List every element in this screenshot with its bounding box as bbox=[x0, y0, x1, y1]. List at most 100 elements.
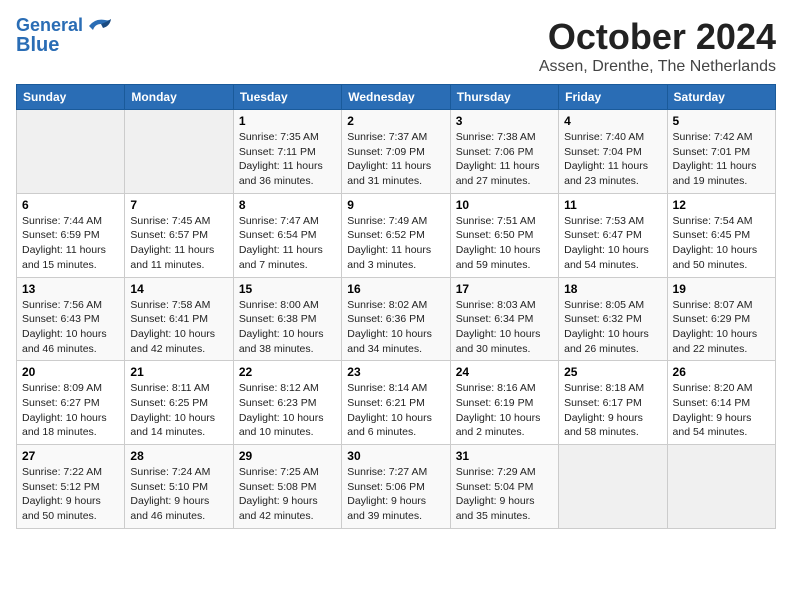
day-info: Sunrise: 7:40 AMSunset: 7:04 PMDaylight:… bbox=[564, 130, 661, 189]
day-number: 30 bbox=[347, 449, 444, 463]
day-info: Sunrise: 7:45 AMSunset: 6:57 PMDaylight:… bbox=[130, 214, 227, 273]
day-info: Sunrise: 7:49 AMSunset: 6:52 PMDaylight:… bbox=[347, 214, 444, 273]
day-info: Sunrise: 8:07 AMSunset: 6:29 PMDaylight:… bbox=[673, 298, 770, 357]
calendar-cell: 17 Sunrise: 8:03 AMSunset: 6:34 PMDayligh… bbox=[450, 277, 558, 361]
day-number: 14 bbox=[130, 282, 227, 296]
day-info: Sunrise: 8:12 AMSunset: 6:23 PMDaylight:… bbox=[239, 381, 336, 440]
day-number: 9 bbox=[347, 198, 444, 212]
calendar-cell: 31 Sunrise: 7:29 AMSunset: 5:04 PMDayligh… bbox=[450, 445, 558, 529]
logo-text: General bbox=[16, 16, 83, 36]
day-number: 15 bbox=[239, 282, 336, 296]
calendar-week-row: 6Sunrise: 7:44 AMSunset: 6:59 PMDaylight… bbox=[17, 193, 776, 277]
day-number: 25 bbox=[564, 365, 661, 379]
day-number: 18 bbox=[564, 282, 661, 296]
day-number: 1 bbox=[239, 114, 336, 128]
day-number: 2 bbox=[347, 114, 444, 128]
calendar-cell: 6Sunrise: 7:44 AMSunset: 6:59 PMDaylight… bbox=[17, 193, 125, 277]
day-number: 20 bbox=[22, 365, 119, 379]
day-number: 24 bbox=[456, 365, 553, 379]
day-number: 13 bbox=[22, 282, 119, 296]
day-info: Sunrise: 8:11 AMSunset: 6:25 PMDaylight:… bbox=[130, 381, 227, 440]
day-info: Sunrise: 7:58 AMSunset: 6:41 PMDaylight:… bbox=[130, 298, 227, 357]
day-info: Sunrise: 8:14 AMSunset: 6:21 PMDaylight:… bbox=[347, 381, 444, 440]
logo-blue-text: Blue bbox=[16, 34, 59, 56]
calendar-cell: 8 Sunrise: 7:47 AMSunset: 6:54 PMDaylight… bbox=[233, 193, 341, 277]
day-info: Sunrise: 8:00 AMSunset: 6:38 PMDaylight:… bbox=[239, 298, 336, 357]
calendar-cell: 1Sunrise: 7:35 AMSunset: 7:11 PMDaylight… bbox=[233, 110, 341, 194]
calendar-cell: 18 Sunrise: 8:05 AMSunset: 6:32 PMDayligh… bbox=[559, 277, 667, 361]
day-number: 26 bbox=[673, 365, 770, 379]
day-number: 16 bbox=[347, 282, 444, 296]
calendar-cell: 5Sunrise: 7:42 AMSunset: 7:01 PMDaylight… bbox=[667, 110, 775, 194]
location: Assen, Drenthe, The Netherlands bbox=[539, 58, 776, 76]
calendar-cell: 23 Sunrise: 8:14 AMSunset: 6:21 PMDayligh… bbox=[342, 361, 450, 445]
day-info: Sunrise: 7:51 AMSunset: 6:50 PMDaylight:… bbox=[456, 214, 553, 273]
calendar-week-row: 1Sunrise: 7:35 AMSunset: 7:11 PMDaylight… bbox=[17, 110, 776, 194]
calendar-cell: 13 Sunrise: 7:56 AMSunset: 6:43 PMDayligh… bbox=[17, 277, 125, 361]
day-info: Sunrise: 7:22 AMSunset: 5:12 PMDaylight:… bbox=[22, 465, 119, 524]
day-info: Sunrise: 7:38 AMSunset: 7:06 PMDaylight:… bbox=[456, 130, 553, 189]
header-thursday: Thursday bbox=[450, 85, 558, 110]
calendar-cell bbox=[559, 445, 667, 529]
logo: General Blue bbox=[16, 16, 113, 56]
day-number: 10 bbox=[456, 198, 553, 212]
page-header: General Blue October 2024 Assen, Drenthe… bbox=[16, 16, 776, 76]
day-number: 19 bbox=[673, 282, 770, 296]
calendar-week-row: 27Sunrise: 7:22 AMSunset: 5:12 PMDayligh… bbox=[17, 445, 776, 529]
calendar-cell bbox=[667, 445, 775, 529]
day-number: 12 bbox=[673, 198, 770, 212]
day-info: Sunrise: 7:47 AMSunset: 6:54 PMDaylight:… bbox=[239, 214, 336, 273]
header-saturday: Saturday bbox=[667, 85, 775, 110]
day-number: 11 bbox=[564, 198, 661, 212]
calendar-cell: 30 Sunrise: 7:27 AMSunset: 5:06 PMDayligh… bbox=[342, 445, 450, 529]
day-number: 8 bbox=[239, 198, 336, 212]
day-info: Sunrise: 8:02 AMSunset: 6:36 PMDaylight:… bbox=[347, 298, 444, 357]
calendar-cell: 26 Sunrise: 8:20 AMSunset: 6:14 PMDayligh… bbox=[667, 361, 775, 445]
calendar-cell: 24Sunrise: 8:16 AMSunset: 6:19 PMDayligh… bbox=[450, 361, 558, 445]
calendar-cell: 27Sunrise: 7:22 AMSunset: 5:12 PMDayligh… bbox=[17, 445, 125, 529]
day-info: Sunrise: 7:29 AMSunset: 5:04 PMDaylight:… bbox=[456, 465, 553, 524]
day-number: 31 bbox=[456, 449, 553, 463]
calendar-week-row: 13 Sunrise: 7:56 AMSunset: 6:43 PMDayligh… bbox=[17, 277, 776, 361]
day-info: Sunrise: 7:25 AMSunset: 5:08 PMDaylight:… bbox=[239, 465, 336, 524]
day-info: Sunrise: 8:18 AMSunset: 6:17 PMDaylight:… bbox=[564, 381, 661, 440]
calendar-cell: 2 Sunrise: 7:37 AMSunset: 7:09 PMDaylight… bbox=[342, 110, 450, 194]
day-info: Sunrise: 7:24 AMSunset: 5:10 PMDaylight:… bbox=[130, 465, 227, 524]
calendar-cell: 14 Sunrise: 7:58 AMSunset: 6:41 PMDayligh… bbox=[125, 277, 233, 361]
day-number: 22 bbox=[239, 365, 336, 379]
day-info: Sunrise: 7:37 AMSunset: 7:09 PMDaylight:… bbox=[347, 130, 444, 189]
calendar-cell: 4Sunrise: 7:40 AMSunset: 7:04 PMDaylight… bbox=[559, 110, 667, 194]
day-info: Sunrise: 8:09 AMSunset: 6:27 PMDaylight:… bbox=[22, 381, 119, 440]
day-number: 23 bbox=[347, 365, 444, 379]
day-info: Sunrise: 8:05 AMSunset: 6:32 PMDaylight:… bbox=[564, 298, 661, 357]
day-info: Sunrise: 8:20 AMSunset: 6:14 PMDaylight:… bbox=[673, 381, 770, 440]
calendar-cell: 20 Sunrise: 8:09 AMSunset: 6:27 PMDayligh… bbox=[17, 361, 125, 445]
header-sunday: Sunday bbox=[17, 85, 125, 110]
calendar-cell: 9 Sunrise: 7:49 AMSunset: 6:52 PMDaylight… bbox=[342, 193, 450, 277]
calendar-cell: 19 Sunrise: 8:07 AMSunset: 6:29 PMDayligh… bbox=[667, 277, 775, 361]
calendar-cell: 28 Sunrise: 7:24 AMSunset: 5:10 PMDayligh… bbox=[125, 445, 233, 529]
logo-bird-icon bbox=[85, 16, 113, 36]
calendar-cell: 16 Sunrise: 8:02 AMSunset: 6:36 PMDayligh… bbox=[342, 277, 450, 361]
day-number: 17 bbox=[456, 282, 553, 296]
calendar-cell: 3 Sunrise: 7:38 AMSunset: 7:06 PMDaylight… bbox=[450, 110, 558, 194]
day-number: 5 bbox=[673, 114, 770, 128]
header-tuesday: Tuesday bbox=[233, 85, 341, 110]
header-friday: Friday bbox=[559, 85, 667, 110]
calendar-header-row: SundayMondayTuesdayWednesdayThursdayFrid… bbox=[17, 85, 776, 110]
day-info: Sunrise: 7:56 AMSunset: 6:43 PMDaylight:… bbox=[22, 298, 119, 357]
calendar-cell: 10 Sunrise: 7:51 AMSunset: 6:50 PMDayligh… bbox=[450, 193, 558, 277]
day-info: Sunrise: 7:53 AMSunset: 6:47 PMDaylight:… bbox=[564, 214, 661, 273]
day-number: 3 bbox=[456, 114, 553, 128]
header-monday: Monday bbox=[125, 85, 233, 110]
day-number: 28 bbox=[130, 449, 227, 463]
day-info: Sunrise: 7:27 AMSunset: 5:06 PMDaylight:… bbox=[347, 465, 444, 524]
day-number: 21 bbox=[130, 365, 227, 379]
day-info: Sunrise: 7:44 AMSunset: 6:59 PMDaylight:… bbox=[22, 214, 119, 273]
calendar-cell: 12 Sunrise: 7:54 AMSunset: 6:45 PMDayligh… bbox=[667, 193, 775, 277]
day-info: Sunrise: 7:54 AMSunset: 6:45 PMDaylight:… bbox=[673, 214, 770, 273]
calendar-cell: 15 Sunrise: 8:00 AMSunset: 6:38 PMDayligh… bbox=[233, 277, 341, 361]
day-info: Sunrise: 8:03 AMSunset: 6:34 PMDaylight:… bbox=[456, 298, 553, 357]
calendar-cell bbox=[125, 110, 233, 194]
calendar-table: SundayMondayTuesdayWednesdayThursdayFrid… bbox=[16, 84, 776, 529]
